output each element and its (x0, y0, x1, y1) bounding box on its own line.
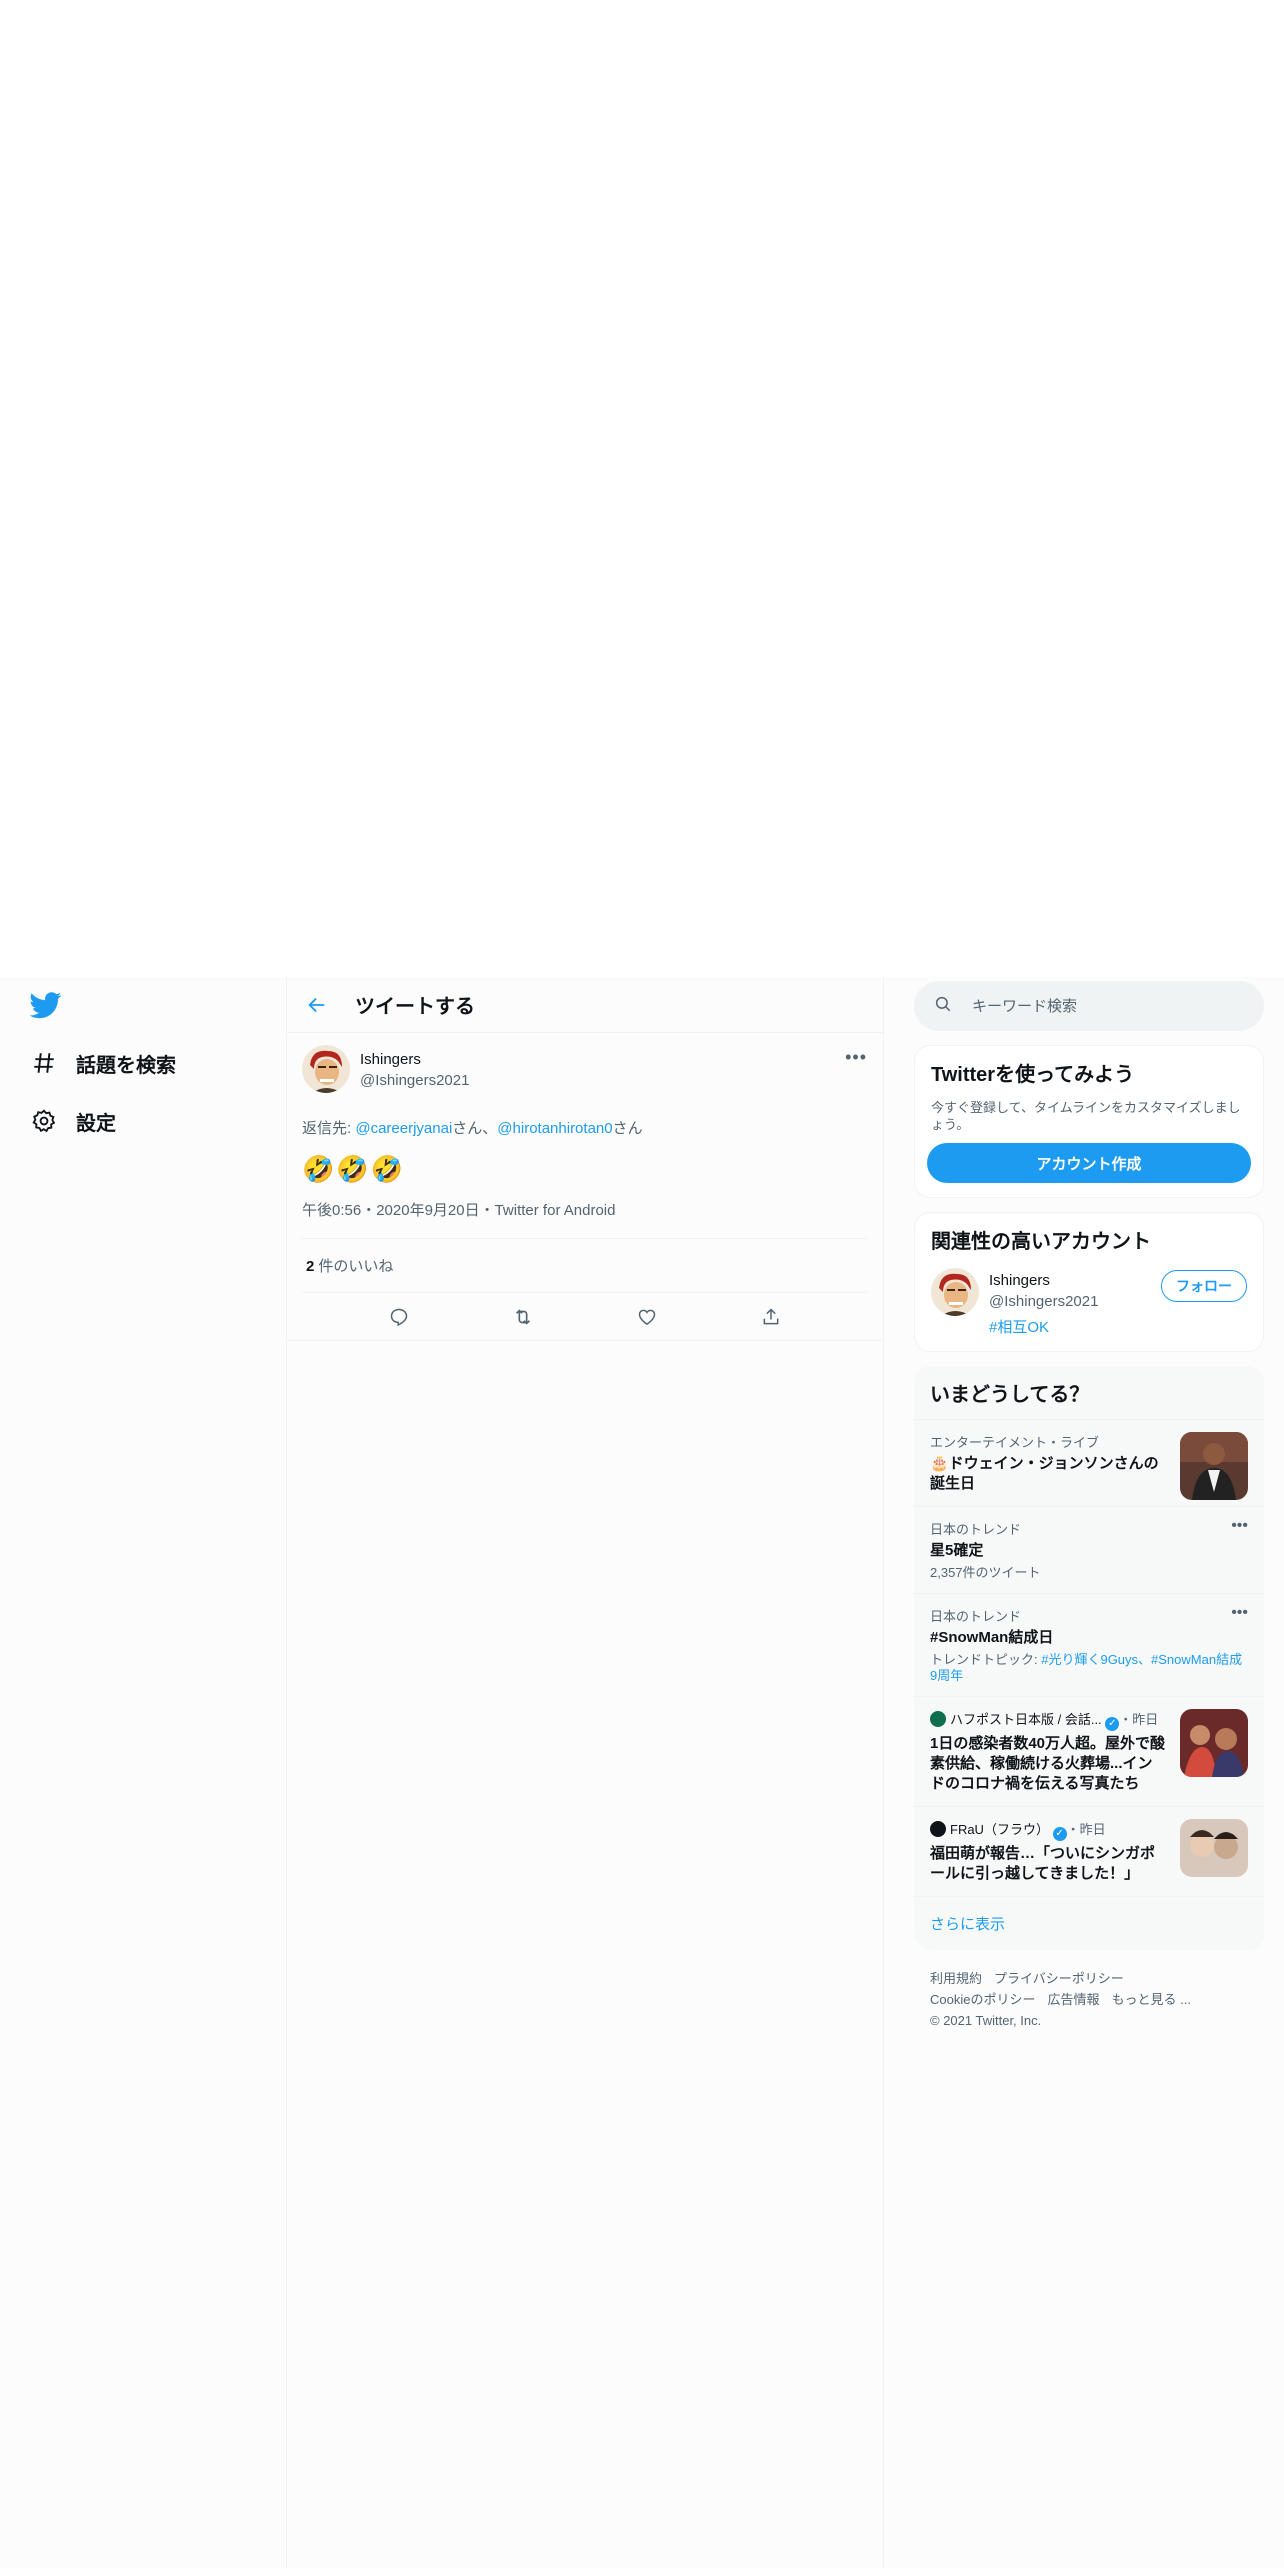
back-arrow-icon[interactable] (303, 991, 331, 1019)
source-logo-icon (930, 1711, 946, 1727)
mention-link[interactable]: @careerjyanai (355, 1120, 452, 1137)
more-icon[interactable]: ••• (845, 1047, 867, 1068)
right-sidebar: Twitterを使ってみよう 今すぐ登録して、タイムラインをカスタマイズしましょ… (914, 977, 1264, 2031)
trend-item[interactable]: エンターテイメント・ライブ 🎂ドウェイン・ジョンソンさんの誕生日 (914, 1419, 1264, 1506)
terms-link[interactable]: 利用規約 (930, 1971, 982, 1986)
trend-category: 日本のトレンド (930, 1609, 1022, 1624)
footer: 利用規約 プライバシーポリシー Cookieのポリシー 広告情報 もっと見る ... … (914, 1968, 1264, 2031)
news-source: ハフポスト日本版 / 会話... ✓ ・昨日 (930, 1709, 1166, 1731)
verified-badge-icon: ✓ (1052, 1827, 1067, 1841)
retweet-icon[interactable] (509, 1303, 537, 1331)
account-row[interactable]: Ishingers @Ishingers2021 #相互OK フォロー (915, 1260, 1263, 1351)
account-handle[interactable]: @Ishingers2021 (989, 1293, 1098, 1310)
reply-icon[interactable] (385, 1303, 413, 1331)
news-time: ・昨日 (1119, 1712, 1159, 1727)
like-icon[interactable] (633, 1303, 661, 1331)
trend-thumbnail (1180, 1432, 1248, 1500)
cookie-link[interactable]: Cookieのポリシー (930, 1992, 1035, 2007)
search-icon (934, 995, 952, 1018)
avatar[interactable] (931, 1268, 979, 1316)
show-more-link[interactable]: さらに表示 (914, 1896, 1264, 1950)
ads-link[interactable]: 広告情報 (1047, 1992, 1099, 2007)
search-box[interactable] (914, 981, 1264, 1031)
nav-explore-label: 話題を検索 (76, 1054, 176, 1077)
trend-title: #SnowMan結成日 (930, 1629, 1054, 1646)
reply-prefix: 返信先: (302, 1120, 356, 1137)
news-source: FRaU（フラウ） ✓ ・昨日 (930, 1819, 1166, 1841)
nav-explore[interactable]: 話題を検索 (30, 1043, 176, 1083)
trend-item[interactable]: 日本のトレンド #SnowMan結成日 トレンドトピック: #光り輝く9Guys… (914, 1593, 1264, 1696)
create-account-button[interactable]: アカウント作成 (927, 1143, 1251, 1183)
news-time: ・昨日 (1066, 1822, 1106, 1837)
trend-category: 日本のトレンド (930, 1522, 1022, 1537)
main-column: ツイートする Ishingers @Ishingers2021 ••• 返信先:… (287, 977, 883, 2568)
twitter-logo-icon[interactable] (29, 989, 62, 1021)
more-icon[interactable]: ••• (1231, 1604, 1248, 1622)
twitter-app: 話題を検索 設定 ツイートする Ishingers @Ishingers2021… (0, 977, 1284, 2568)
tweet-actions (287, 1293, 883, 1341)
source-logo-icon (930, 1821, 946, 1837)
trend-tweet-count: 2,357件のツイート (930, 1565, 1041, 1580)
avatar[interactable] (302, 1045, 350, 1093)
likes-label: 件のいいね (318, 1258, 394, 1275)
search-input[interactable] (972, 997, 1222, 1015)
relevant-accounts-card: 関連性の高いアカウント Ishingers @Ishingers2021 #相互… (914, 1212, 1264, 1352)
news-thumbnail (1180, 1709, 1248, 1777)
trend-title: 星5確定 (930, 1542, 984, 1559)
news-source-name: ハフポスト日本版 / 会話... (950, 1712, 1102, 1727)
reply-to: 返信先: @careerjyanaiさん、@hirotanhirotan0さん (302, 1117, 867, 1138)
hashtag-icon (30, 1049, 58, 1077)
follow-button[interactable]: フォロー (1161, 1270, 1247, 1302)
trend-title: 🎂ドウェイン・ジョンソンさんの誕生日 (930, 1455, 1159, 1492)
trends-card: いまどうしてる？ エンターテイメント・ライブ 🎂ドウェイン・ジョンソンさんの誕生… (914, 1366, 1264, 1950)
relevant-title: 関連性の高いアカウント (931, 1231, 1151, 1253)
main-header: ツイートする (287, 977, 883, 1033)
page-title: ツイートする (355, 996, 475, 1018)
reply-suffix: さん (612, 1120, 643, 1137)
news-thumbnail (1180, 1819, 1248, 1877)
tweet-names: Ishingers @Ishingers2021 (360, 1051, 469, 1089)
trend-item[interactable]: 日本のトレンド 星5確定 2,357件のツイート ••• (914, 1506, 1264, 1593)
display-name[interactable]: Ishingers (360, 1051, 469, 1068)
reply-suffix: さん、 (452, 1120, 498, 1137)
mention-link[interactable]: @hirotanhirotan0 (497, 1120, 612, 1137)
signup-card: Twitterを使ってみよう 今すぐ登録して、タイムラインをカスタマイズしましょ… (914, 1045, 1264, 1198)
account-info: Ishingers @Ishingers2021 #相互OK (989, 1268, 1098, 1337)
account-name[interactable]: Ishingers (989, 1272, 1098, 1289)
tweet-meta[interactable]: 午後0:56・2020年9月20日・Twitter for Android (302, 1199, 867, 1239)
tweet-author[interactable]: Ishingers @Ishingers2021 (302, 1045, 867, 1101)
more-icon[interactable]: ••• (1231, 1517, 1248, 1535)
news-title: 1日の感染者数40万人超。屋外で酸素供給、稼働続ける火葬場...インドのコロナ禍… (930, 1735, 1166, 1792)
left-nav: 話題を検索 設定 (0, 977, 286, 2568)
news-source-name: FRaU（フラウ） (950, 1822, 1049, 1837)
column-divider (883, 977, 884, 2568)
nav-settings-label: 設定 (76, 1112, 116, 1135)
tweet-text: 🤣🤣🤣 (302, 1154, 406, 1184)
privacy-link[interactable]: プライバシーポリシー (994, 1971, 1124, 1986)
blank-area (0, 0, 1284, 977)
news-title: 福田萌が報告…「ついにシンガポールに引っ越してきました！」 (930, 1845, 1156, 1882)
tweet: Ishingers @Ishingers2021 ••• 返信先: @caree… (287, 1033, 883, 1341)
likes-number: 2 (306, 1258, 315, 1275)
trends-title: いまどうしてる？ (930, 1384, 1090, 1406)
gear-icon (30, 1107, 58, 1135)
share-icon[interactable] (757, 1303, 785, 1331)
hashtag-link[interactable]: #相互OK (989, 1316, 1098, 1337)
more-link[interactable]: もっと見る ... (1111, 1992, 1190, 2007)
copyright: © 2021 Twitter, Inc. (930, 2013, 1042, 2028)
trend-topics: トレンドトピック: #光り輝く9Guys、#SnowMan結成9周年 (930, 1652, 1248, 1684)
verified-badge-icon: ✓ (1105, 1717, 1120, 1731)
user-handle[interactable]: @Ishingers2021 (360, 1072, 469, 1089)
nav-settings[interactable]: 設定 (30, 1101, 116, 1141)
trend-topics-prefix: トレンドトピック: (930, 1652, 1042, 1667)
signup-title: Twitterを使ってみよう (931, 1064, 1135, 1086)
news-item[interactable]: FRaU（フラウ） ✓ ・昨日 福田萌が報告…「ついにシンガポールに引っ越してきま… (914, 1806, 1264, 1896)
trend-category: エンターテイメント・ライブ (930, 1435, 1100, 1450)
likes-count[interactable]: 2 件のいいね (302, 1239, 867, 1293)
signup-description: 今すぐ登録して、タイムラインをカスタマイズしましょう。 (931, 1100, 1241, 1132)
news-item[interactable]: ハフポスト日本版 / 会話... ✓ ・昨日 1日の感染者数40万人超。屋外で酸素… (914, 1696, 1264, 1806)
